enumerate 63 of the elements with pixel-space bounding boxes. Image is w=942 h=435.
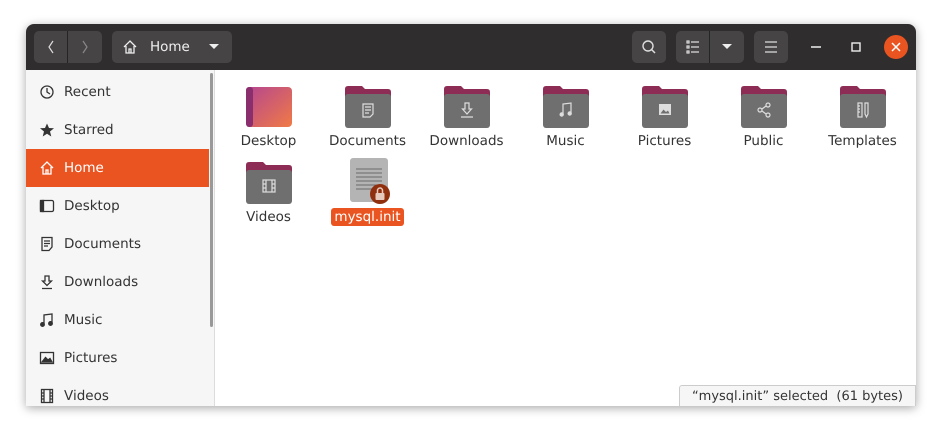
file-item[interactable]: Desktop (219, 78, 318, 150)
menu-button[interactable] (754, 31, 788, 63)
file-name: Music (545, 132, 586, 150)
home-icon (39, 160, 55, 176)
sidebar-item[interactable]: Desktop (26, 187, 209, 225)
close-icon (891, 42, 901, 52)
download-folder-icon (442, 85, 490, 129)
home-icon (122, 39, 138, 55)
sidebar-item[interactable]: Videos (26, 377, 209, 406)
sidebar-item[interactable]: Starred (26, 111, 209, 149)
file-name: Templates (827, 132, 898, 150)
close-button[interactable] (884, 35, 908, 59)
desktop-folder-icon (244, 85, 292, 129)
file-item[interactable]: Videos (219, 154, 318, 226)
download-icon (39, 274, 55, 290)
sidebar-item[interactable]: Recent (26, 73, 209, 111)
sidebar-item[interactable]: Documents (26, 225, 209, 263)
file-name: Pictures (636, 132, 692, 150)
file-item[interactable]: Public (714, 78, 813, 150)
star-icon (39, 122, 55, 138)
picture-folder-icon (640, 85, 688, 129)
path-button[interactable]: Home (112, 31, 232, 63)
file-name: Videos (245, 208, 292, 226)
file-name: Downloads (428, 132, 505, 150)
chevron-right-icon (80, 39, 90, 55)
desktop-icon (39, 198, 55, 214)
list-view-button[interactable] (676, 31, 710, 63)
file-name: Documents (328, 132, 407, 150)
menu-icon (764, 41, 778, 53)
status-text: “mysql.init” selected (61 bytes) (678, 385, 916, 406)
ruler-folder-icon (838, 85, 886, 129)
file-name: Desktop (240, 132, 298, 150)
file-name: Public (742, 132, 784, 150)
minimize-icon (811, 46, 821, 48)
file-item[interactable]: Music (516, 78, 615, 150)
search-icon (641, 39, 657, 55)
document-folder-icon (344, 85, 392, 129)
file-item[interactable]: mysql.init (318, 154, 417, 226)
file-item[interactable]: Pictures (615, 78, 714, 150)
list-icon (686, 40, 700, 54)
file-item[interactable]: Templates (813, 78, 912, 150)
music-folder-icon (542, 85, 590, 129)
sidebar-item[interactable]: Pictures (26, 339, 209, 377)
share-folder-icon (740, 85, 788, 129)
search-button[interactable] (632, 31, 666, 63)
chevron-left-icon (46, 39, 56, 55)
picture-icon (39, 350, 55, 366)
film-icon (39, 388, 55, 404)
file-name: mysql.init (331, 208, 404, 226)
sidebar-item[interactable]: Home (26, 149, 209, 187)
film-folder-icon (244, 161, 292, 205)
caret-down-icon (208, 43, 220, 51)
sidebar-item[interactable]: Downloads (26, 263, 209, 301)
clock-icon (39, 84, 55, 100)
maximize-icon (850, 41, 862, 53)
music-icon (39, 312, 55, 328)
file-item[interactable]: Downloads (417, 78, 516, 150)
file-item[interactable]: Documents (318, 78, 417, 150)
sidebar-item[interactable]: Music (26, 301, 209, 339)
caret-down-icon (721, 43, 733, 51)
document-icon (39, 236, 55, 252)
scrollbar[interactable] (210, 73, 213, 327)
view-options-button[interactable] (710, 31, 744, 63)
